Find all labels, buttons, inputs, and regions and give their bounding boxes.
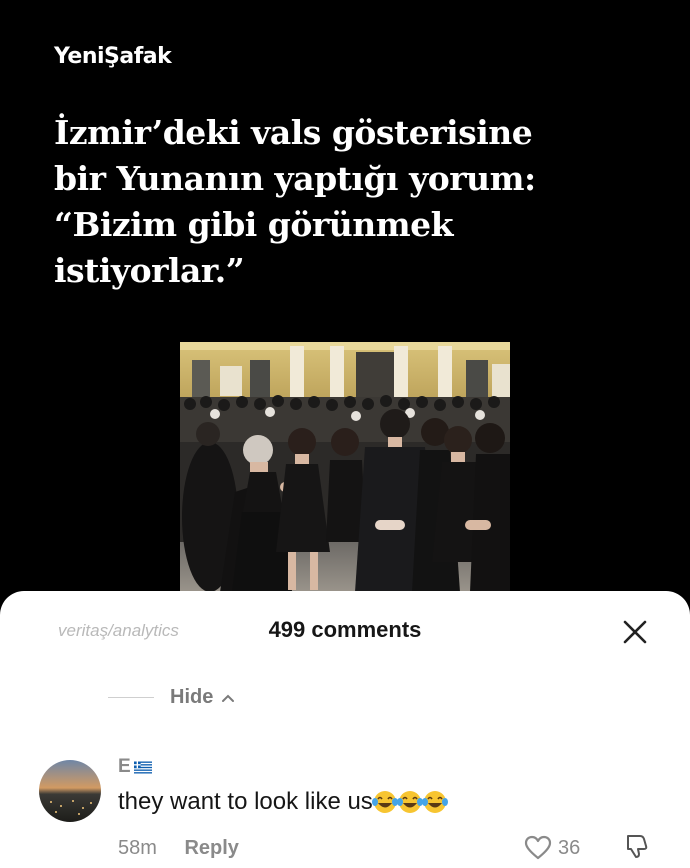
heart-icon	[524, 835, 552, 860]
tears-of-joy-emoji	[371, 791, 398, 813]
comment-body: they want to look like us	[118, 788, 373, 815]
thumbs-down-icon[interactable]	[623, 833, 649, 859]
brand-logo: YeniŞafak	[54, 44, 172, 69]
post-headline: İzmir’deki vals gösterisine bir Yunanın …	[54, 110, 654, 294]
headline-line-1: İzmir’deki vals gösterisine	[54, 113, 533, 152]
hide-label[interactable]: Hide	[170, 686, 213, 709]
tears-of-joy-emoji	[421, 791, 448, 813]
comments-title: 499 comments	[268, 617, 422, 642]
greek-flag-icon	[133, 761, 152, 773]
comment-time: 58m	[118, 837, 157, 859]
headline-line-2: bir Yunanın yaptığı yorum:	[54, 159, 536, 198]
tears-of-joy-emoji	[396, 791, 423, 813]
waltz-scene-image	[180, 342, 510, 592]
headline-line-3: “Bizim gibi görünmek	[54, 205, 454, 244]
like-count: 36	[558, 836, 581, 859]
avatar[interactable]	[39, 760, 101, 822]
avatar-image	[39, 760, 101, 822]
divider-line	[108, 697, 154, 698]
video-thumbnail[interactable]	[180, 342, 510, 592]
username-text: E	[118, 756, 131, 777]
comment-meta: 58m Reply	[118, 837, 239, 860]
comments-sheet: veritaş/analytics 499 comments Hide E th…	[0, 591, 690, 868]
like-button[interactable]: 36	[524, 835, 580, 861]
reply-button[interactable]: Reply	[184, 837, 238, 859]
comment-username[interactable]: E	[118, 756, 152, 778]
hide-replies-row[interactable]: Hide	[108, 686, 235, 709]
close-icon[interactable]	[622, 619, 648, 645]
comment-text: they want to look like us	[118, 788, 448, 816]
headline-line-4: istiyorlar.”	[54, 251, 245, 290]
chevron-up-icon	[222, 694, 235, 702]
